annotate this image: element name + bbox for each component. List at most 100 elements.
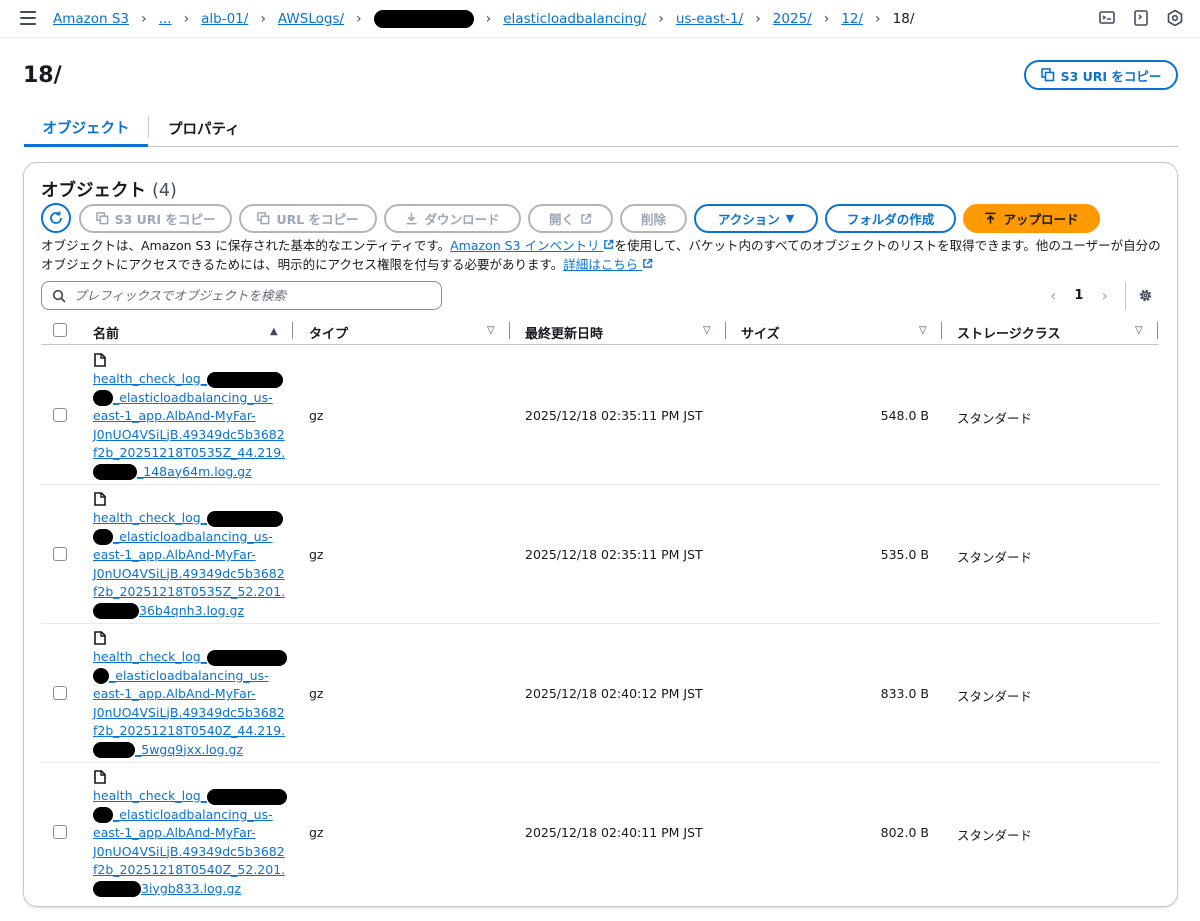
object-modified: 2025/12/18 02:35:11 PM JST bbox=[525, 408, 703, 423]
refresh-button[interactable] bbox=[41, 203, 71, 233]
column-divider[interactable] bbox=[509, 322, 510, 339]
column-modified-header[interactable]: 最終更新日時 bbox=[525, 323, 603, 342]
delete-button[interactable]: 削除 bbox=[620, 204, 687, 233]
object-name-link[interactable]: health_check_log_ _elasticloadbalancing_… bbox=[93, 787, 288, 898]
row-checkbox[interactable] bbox=[53, 686, 67, 700]
column-divider[interactable] bbox=[292, 322, 293, 339]
create-folder-button[interactable]: フォルダの作成 bbox=[825, 204, 956, 233]
settings-hex-icon[interactable] bbox=[1166, 9, 1184, 27]
copy-url-button[interactable]: URL をコピー bbox=[239, 204, 377, 233]
open-button[interactable]: 開く bbox=[528, 204, 613, 233]
name-line: _5wgq9jxx.log.gz bbox=[135, 741, 244, 757]
column-divider[interactable] bbox=[725, 322, 726, 339]
chevron-right-icon: › bbox=[141, 11, 147, 27]
objects-description: オブジェクトは、Amazon S3 に保存された基本的なエンティティです。Ama… bbox=[41, 236, 1161, 274]
delete-label: 削除 bbox=[640, 212, 666, 227]
name-line: _elasticloadbalancing_us- bbox=[109, 667, 269, 683]
copy-s3-uri-button[interactable]: S3 URI をコピー bbox=[1024, 60, 1178, 90]
object-name-link[interactable]: health_check_log_ _elasticloadbalancing_… bbox=[93, 370, 288, 481]
name-line: J0nUO4VSiLjB.49349dc5b3682 bbox=[93, 704, 285, 720]
breadcrumb-current: 18/ bbox=[892, 11, 915, 27]
copy-s3-uri-toolbar-button[interactable]: S3 URI をコピー bbox=[79, 204, 232, 233]
upload-icon bbox=[985, 212, 997, 224]
object-storage-class: スタンダード bbox=[957, 689, 1033, 704]
sort-caret-icon[interactable]: ▽ bbox=[487, 325, 495, 336]
breadcrumb-year[interactable]: 2025/ bbox=[773, 11, 812, 27]
name-line: east-1_app.AlbAnd-MyFar- bbox=[93, 408, 256, 423]
sort-caret-icon[interactable]: ▽ bbox=[1135, 325, 1143, 336]
object-size: 535.0 B bbox=[880, 547, 929, 562]
select-all-checkbox[interactable] bbox=[53, 323, 67, 337]
name-line: east-1_app.AlbAnd-MyFar- bbox=[93, 547, 256, 562]
breadcrumb-bucket[interactable]: alb-01/ bbox=[201, 11, 248, 27]
gear-icon[interactable] bbox=[1137, 287, 1154, 304]
pagination: ‹ 1 › bbox=[1050, 286, 1108, 305]
cloudshell-icon[interactable] bbox=[1098, 9, 1116, 27]
breadcrumb-ellipsis[interactable]: ... bbox=[159, 11, 172, 27]
notifications-icon[interactable] bbox=[1132, 9, 1150, 27]
actions-dropdown-button[interactable]: アクション ▼ bbox=[694, 204, 818, 233]
column-type-header[interactable]: タイプ bbox=[309, 323, 348, 342]
breadcrumb-awslogs[interactable]: AWSLogs/ bbox=[278, 11, 344, 27]
redacted-text bbox=[93, 464, 137, 480]
breadcrumb-service[interactable]: elasticloadbalancing/ bbox=[503, 11, 646, 27]
column-size-header[interactable]: サイズ bbox=[741, 323, 780, 342]
redacted-text bbox=[206, 510, 283, 527]
row-checkbox[interactable] bbox=[53, 547, 67, 561]
file-icon bbox=[94, 492, 106, 506]
chevron-right-icon: › bbox=[875, 11, 881, 27]
tab-properties[interactable]: プロパティ bbox=[168, 110, 240, 146]
sort-caret-icon[interactable]: ▽ bbox=[919, 325, 927, 336]
object-modified: 2025/12/18 02:35:11 PM JST bbox=[525, 547, 703, 562]
menu-icon[interactable] bbox=[20, 11, 36, 25]
learn-more-link[interactable]: 詳細はこちら bbox=[563, 257, 653, 272]
chevron-right-icon[interactable]: › bbox=[1101, 286, 1107, 305]
row-checkbox[interactable] bbox=[53, 825, 67, 839]
name-line: east-1_app.AlbAnd-MyFar- bbox=[93, 825, 256, 840]
tab-divider bbox=[148, 116, 149, 138]
row-checkbox[interactable] bbox=[53, 408, 67, 422]
sort-ascending-icon[interactable]: ▲ bbox=[270, 326, 278, 337]
object-name-link[interactable]: health_check_log_ _elasticloadbalancing_… bbox=[93, 648, 288, 759]
column-storage-header[interactable]: ストレージクラス bbox=[957, 323, 1060, 342]
name-line: _elasticloadbalancing_us- bbox=[113, 528, 273, 544]
breadcrumb-amazon-s3[interactable]: Amazon S3 bbox=[53, 11, 129, 27]
search-box bbox=[41, 281, 442, 310]
tab-objects[interactable]: オブジェクト bbox=[24, 110, 148, 147]
name-line: J0nUO4VSiLjB.49349dc5b3682 bbox=[93, 565, 285, 581]
column-divider[interactable] bbox=[941, 322, 942, 339]
chevron-left-icon[interactable]: ‹ bbox=[1050, 286, 1056, 305]
object-name-link[interactable]: health_check_log_ _elasticloadbalancing_… bbox=[93, 509, 288, 620]
redacted-text bbox=[93, 603, 139, 619]
page-number[interactable]: 1 bbox=[1074, 288, 1083, 303]
chevron-right-icon: › bbox=[755, 11, 761, 27]
redacted-text bbox=[93, 529, 113, 545]
object-modified: 2025/12/18 02:40:11 PM JST bbox=[525, 825, 703, 840]
breadcrumb-region[interactable]: us-east-1/ bbox=[676, 11, 743, 27]
object-type: gz bbox=[309, 408, 324, 423]
column-name-header[interactable]: 名前 bbox=[93, 323, 119, 342]
upload-button[interactable]: アップロード bbox=[963, 204, 1100, 233]
external-link-icon bbox=[581, 213, 592, 224]
name-line: f2b_20251218T0540Z_44.219. bbox=[93, 723, 286, 738]
name-line: health_check_log_ bbox=[93, 649, 207, 664]
search-input[interactable] bbox=[74, 288, 414, 303]
name-line: f2b_20251218T0535Z_44.219. bbox=[93, 445, 286, 460]
breadcrumb-month[interactable]: 12/ bbox=[841, 11, 863, 27]
refresh-icon bbox=[50, 211, 62, 224]
copy-icon bbox=[1040, 68, 1054, 82]
table-row: health_check_log_ _elasticloadbalancing_… bbox=[41, 624, 1159, 763]
column-divider[interactable] bbox=[1157, 322, 1158, 339]
breadcrumb: Amazon S3 › ... › alb-01/ › AWSLogs/ › ›… bbox=[53, 0, 914, 38]
inventory-link[interactable]: Amazon S3 インベントリ bbox=[450, 238, 614, 253]
table-header: 名前 ▲ タイプ ▽ 最終更新日時 ▽ サイズ ▽ ストレージクラス ▽ bbox=[41, 318, 1159, 345]
breadcrumb-redacted-account[interactable] bbox=[373, 10, 474, 28]
sort-caret-icon[interactable]: ▽ bbox=[703, 325, 711, 336]
download-button[interactable]: ダウンロード bbox=[384, 204, 521, 233]
name-line: health_check_log_ bbox=[93, 788, 207, 803]
name-line: _elasticloadbalancing_us- bbox=[113, 389, 273, 405]
table-row: health_check_log_ _elasticloadbalancing_… bbox=[41, 763, 1159, 902]
tab-bar: オブジェクト プロパティ bbox=[24, 110, 1178, 147]
actions-label: アクション bbox=[717, 212, 780, 227]
name-line: f2b_20251218T0535Z_52.201. bbox=[93, 584, 286, 599]
